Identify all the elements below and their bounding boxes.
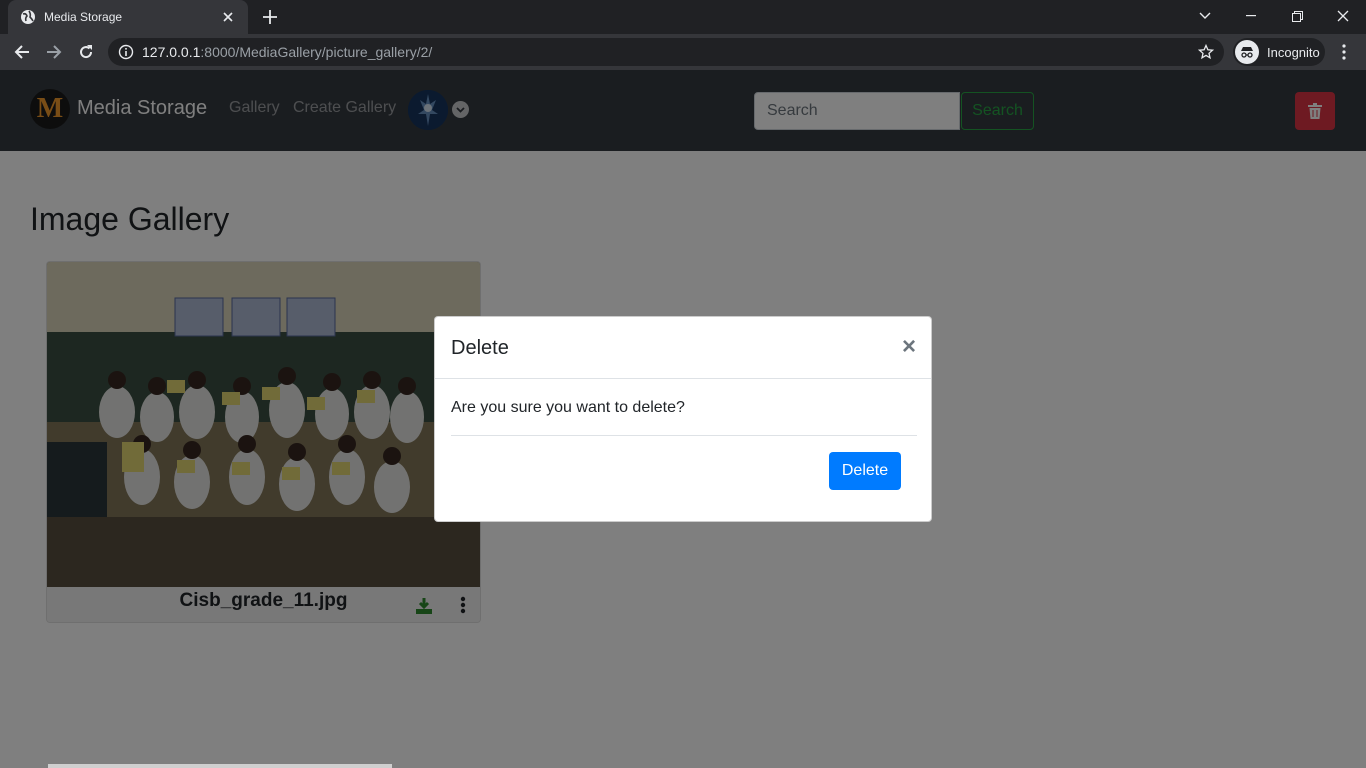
url-path: :8000/MediaGallery/picture_gallery/2/ [200,44,433,60]
close-tab-icon[interactable] [220,9,236,25]
bookmark-star-icon[interactable] [1196,42,1216,62]
restore-icon[interactable] [1274,0,1320,32]
browser-tab[interactable]: Media Storage [8,0,248,34]
tab-search-icon[interactable] [1182,0,1228,32]
web-page: M Media Storage Gallery Create Gallery S… [0,70,1366,768]
modal-divider [451,435,917,436]
confirm-delete-button[interactable]: Delete [829,452,901,490]
incognito-label: Incognito [1267,44,1320,60]
tab-title: Media Storage [44,10,123,24]
minimize-icon[interactable] [1228,0,1274,32]
globe-icon [20,9,36,25]
close-icon[interactable]: × [897,333,921,361]
browser-menu-icon[interactable] [1334,38,1354,66]
incognito-icon [1235,40,1259,64]
reload-icon[interactable] [72,38,100,66]
modal-header: Delete × [435,317,931,379]
site-info-icon[interactable] [118,44,134,60]
modal-message: Are you sure you want to delete? [451,399,685,416]
new-tab-icon[interactable] [258,5,282,29]
url-text: 127.0.0.1:8000/MediaGallery/picture_gall… [142,44,1196,60]
browser-toolbar: 127.0.0.1:8000/MediaGallery/picture_gall… [0,34,1366,70]
url-host: 127.0.0.1 [142,44,201,60]
forward-icon[interactable] [40,38,68,66]
horizontal-scrollbar[interactable] [48,764,392,768]
browser-tab-strip: Media Storage [0,0,1366,34]
back-icon[interactable] [8,38,36,66]
incognito-badge[interactable]: Incognito [1233,38,1325,66]
modal-title: Delete [451,337,509,359]
delete-modal: Delete × Are you sure you want to delete… [434,316,932,522]
address-bar[interactable]: 127.0.0.1:8000/MediaGallery/picture_gall… [108,38,1224,66]
window-close-icon[interactable] [1320,0,1366,32]
